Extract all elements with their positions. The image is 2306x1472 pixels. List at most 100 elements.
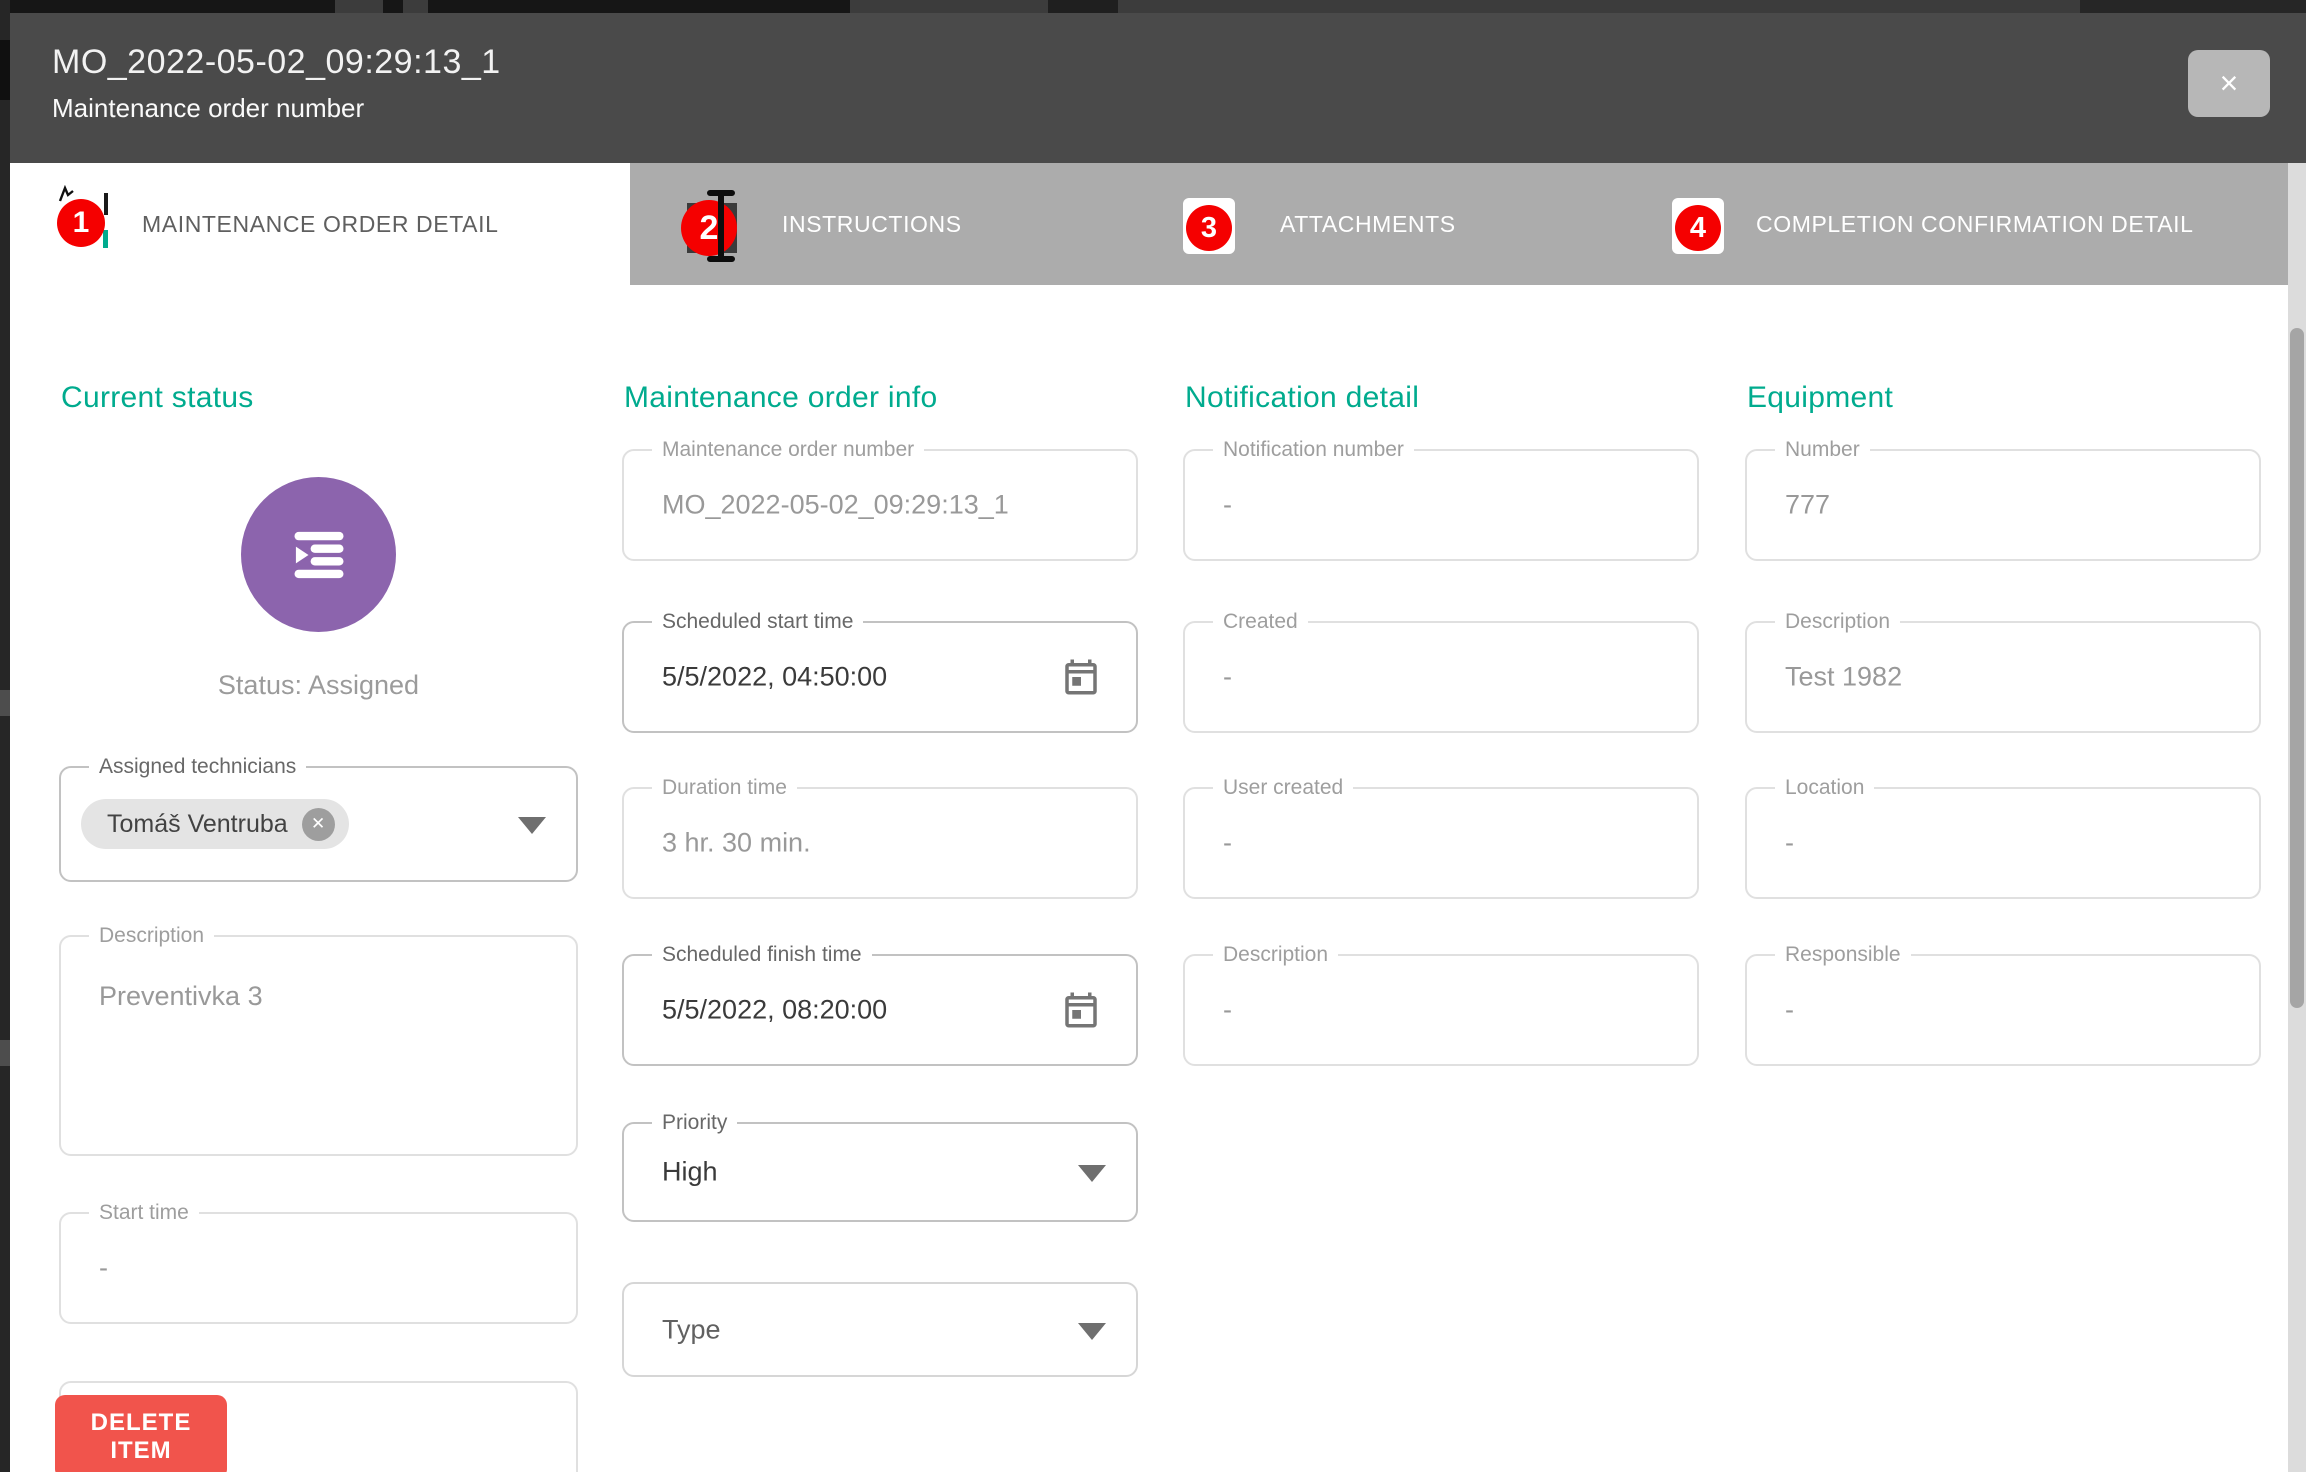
scrollbar-track[interactable]: [2288, 163, 2306, 1472]
field-label: Notification number: [1213, 438, 1414, 462]
field-value: -: [1785, 995, 1794, 1026]
tab-label-maintenance-order-detail[interactable]: MAINTENANCE ORDER DETAIL: [142, 163, 498, 285]
tab1-icon-fragment: [103, 230, 108, 248]
close-icon: ×: [2220, 65, 2239, 102]
field-label: Location: [1775, 776, 1874, 800]
field-placeholder-label: Type: [662, 1314, 721, 1345]
field-value: Test 1982: [1785, 662, 1902, 693]
maintenance-order-modal: MO_2022-05-02_09:29:13_1 Maintenance ord…: [0, 0, 2306, 1472]
calendar-icon[interactable]: [1060, 989, 1102, 1031]
field-value: -: [1223, 662, 1232, 693]
field-value: 3 hr. 30 min.: [662, 828, 811, 859]
modal-title: MO_2022-05-02_09:29:13_1: [52, 43, 501, 82]
caret-down-icon[interactable]: [1078, 1323, 1106, 1340]
tab-panel-maintenance-order-detail: Current status Status: Assigned Assigned…: [10, 285, 2288, 1472]
som-mark-2[interactable]: 2: [681, 200, 737, 256]
section-heading-equipment: Equipment: [1747, 381, 1893, 415]
background-page-left-strip: [0, 0, 10, 1472]
user-created-field: User created -: [1183, 787, 1699, 899]
status-description-value: Preventivka 3: [99, 981, 263, 1012]
equipment-location-field: Location -: [1745, 787, 2261, 899]
som-mark-number: 2: [700, 209, 719, 248]
notification-description-field: Description -: [1183, 954, 1699, 1066]
scrollbar-thumb[interactable]: [2290, 328, 2304, 1008]
priority-select[interactable]: Priority High: [622, 1122, 1138, 1222]
status-text: Status: Assigned: [59, 670, 578, 701]
background-fragment: [0, 0, 335, 13]
duration-time-field: Duration time 3 hr. 30 min.: [622, 787, 1138, 899]
caret-down-icon[interactable]: [518, 817, 546, 834]
field-value: 5/5/2022, 08:20:00: [662, 995, 887, 1026]
field-value: MO_2022-05-02_09:29:13_1: [662, 490, 1009, 521]
field-label: Number: [1775, 438, 1870, 462]
status-circle: [241, 477, 396, 632]
som-mark-number: 1: [73, 206, 90, 240]
scheduled-finish-time-field[interactable]: Scheduled finish time 5/5/2022, 08:20:00: [622, 954, 1138, 1066]
start-time-label: Start time: [89, 1201, 199, 1225]
background-fragment: [1048, 0, 1118, 13]
maintenance-order-number-field: Maintenance order number MO_2022-05-02_0…: [622, 449, 1138, 561]
notification-number-field: Notification number -: [1183, 449, 1699, 561]
background-fragment: [0, 690, 10, 716]
type-select[interactable]: Type: [622, 1282, 1138, 1377]
section-heading-current-status: Current status: [61, 381, 254, 415]
order-info-column: Maintenance order info Maintenance order…: [622, 285, 1138, 1472]
field-value: High: [662, 1157, 718, 1188]
caret-down-icon[interactable]: [1078, 1165, 1106, 1182]
current-status-column: Current status Status: Assigned Assigned…: [59, 285, 578, 1472]
delete-item-button[interactable]: DELETE ITEM: [55, 1395, 227, 1472]
equipment-description-field: Description Test 1982: [1745, 621, 2261, 733]
calendar-icon[interactable]: [1060, 656, 1102, 698]
field-value: -: [1785, 828, 1794, 859]
field-value: -: [1223, 490, 1232, 521]
field-label: Duration time: [652, 776, 797, 800]
som-mark-4[interactable]: 4: [1675, 205, 1721, 251]
created-field: Created -: [1183, 621, 1699, 733]
background-fragment: [428, 0, 850, 13]
equipment-column: Equipment Number 777 Description Test 19…: [1745, 285, 2261, 1472]
tab-completion-confirmation-detail[interactable]: COMPLETION CONFIRMATION DETAIL: [1756, 163, 2194, 285]
field-label: Maintenance order number: [652, 438, 924, 462]
playlist-status-icon: [277, 513, 361, 597]
start-time-field: Start time -: [59, 1212, 578, 1324]
som-mark-number: 3: [1201, 212, 1217, 245]
modal-header: MO_2022-05-02_09:29:13_1 Maintenance ord…: [10, 13, 2306, 163]
background-fragment: [0, 40, 10, 100]
equipment-number-field: Number 777: [1745, 449, 2261, 561]
field-label: Scheduled finish time: [652, 943, 872, 967]
section-heading-order-info: Maintenance order info: [624, 381, 937, 415]
field-value: 777: [1785, 490, 1830, 521]
notification-detail-column: Notification detail Notification number …: [1183, 285, 1699, 1472]
status-description-field: Description Preventivka 3: [59, 935, 578, 1156]
field-label: Scheduled start time: [652, 610, 863, 634]
close-button[interactable]: ×: [2188, 50, 2270, 117]
field-label: Description: [1213, 943, 1338, 967]
technician-chip-text: Tomáš Ventruba: [107, 810, 288, 839]
tab-attachments[interactable]: ATTACHMENTS: [1280, 163, 1456, 285]
assigned-technicians-label: Assigned technicians: [89, 755, 306, 779]
section-heading-notification-detail: Notification detail: [1185, 381, 1419, 415]
som-mark-1[interactable]: 1: [57, 199, 105, 247]
chip-remove-icon[interactable]: ✕: [302, 808, 335, 841]
field-label: Description: [1775, 610, 1900, 634]
background-fragment: [383, 0, 403, 13]
field-label: Created: [1213, 610, 1308, 634]
som-mark-3[interactable]: 3: [1186, 205, 1232, 251]
background-fragment: [0, 1040, 10, 1066]
field-label: Priority: [652, 1111, 737, 1135]
field-label: User created: [1213, 776, 1353, 800]
tab-instructions[interactable]: INSTRUCTIONS: [782, 163, 962, 285]
equipment-responsible-field: Responsible -: [1745, 954, 2261, 1066]
background-fragment: [2080, 0, 2306, 13]
field-value: 5/5/2022, 04:50:00: [662, 662, 887, 693]
background-page-top-strip: [0, 0, 2306, 13]
field-label: Responsible: [1775, 943, 1911, 967]
assigned-technicians-select[interactable]: Assigned technicians Tomáš Ventruba ✕: [59, 766, 578, 882]
status-description-label: Description: [89, 924, 214, 948]
tab1-icon-fragment: [104, 193, 108, 215]
start-time-value: -: [99, 1253, 108, 1284]
scheduled-start-time-field[interactable]: Scheduled start time 5/5/2022, 04:50:00: [622, 621, 1138, 733]
field-value: -: [1223, 828, 1232, 859]
modal-subtitle: Maintenance order number: [52, 93, 364, 124]
field-value: -: [1223, 995, 1232, 1026]
